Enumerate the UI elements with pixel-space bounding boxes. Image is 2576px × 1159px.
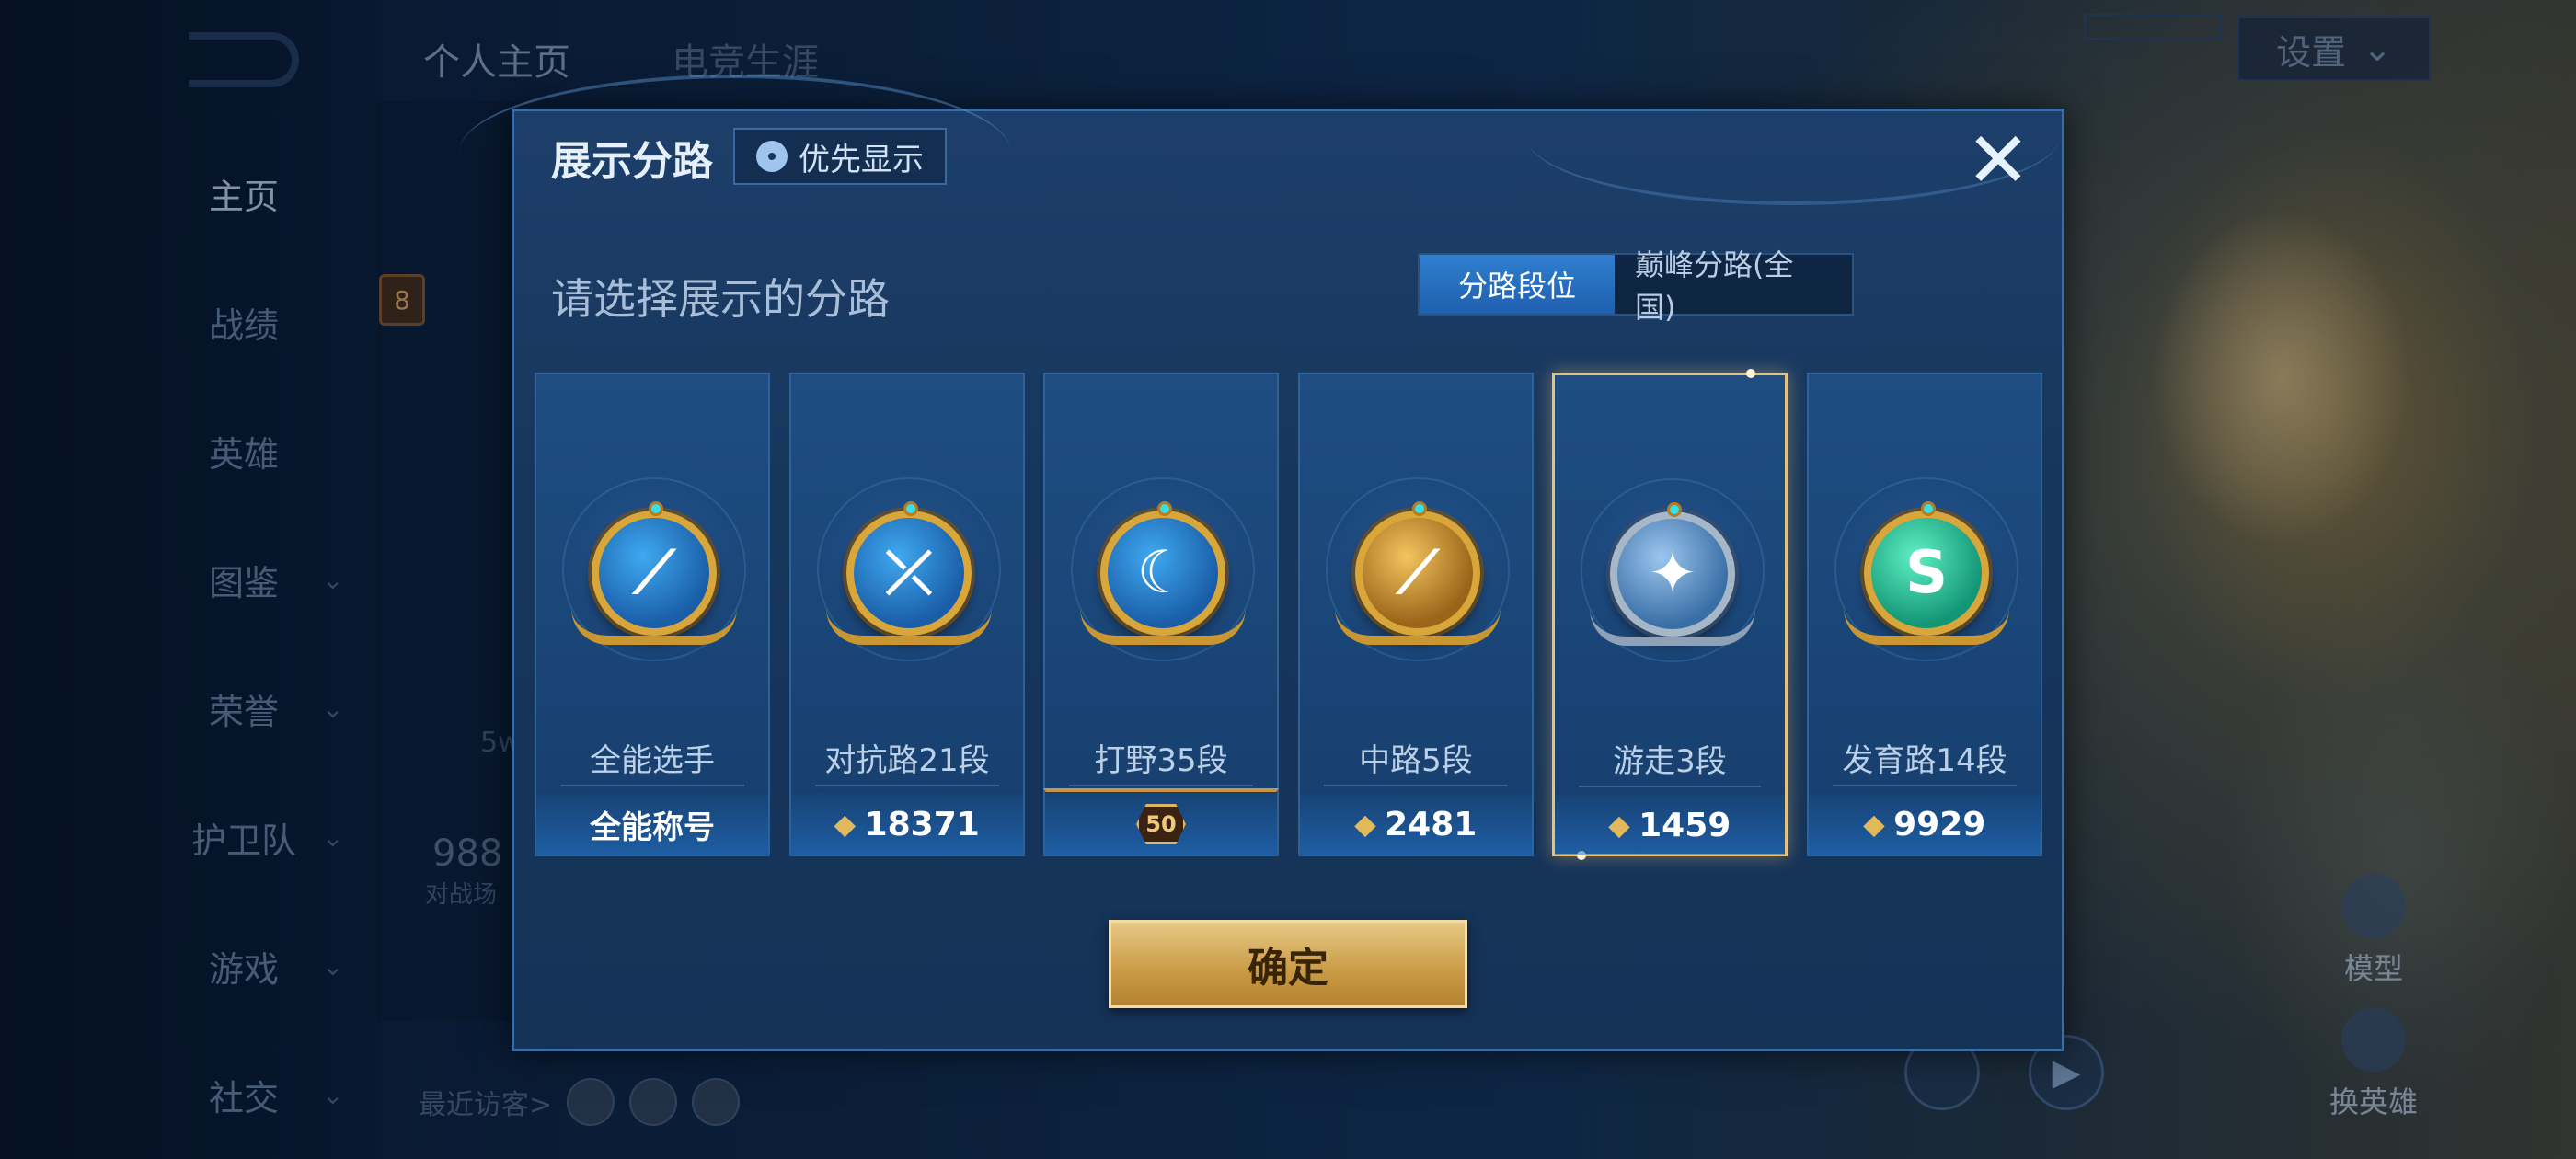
lane-name: 打野35段 (1094, 742, 1228, 779)
points-icon: ⬥ (1608, 807, 1630, 843)
lane-card[interactable]: ⤫ 对抗路21段 ⬥ 18371 (789, 373, 1025, 856)
divider (1833, 785, 2017, 786)
selection-marker (1746, 369, 1755, 378)
points-value: 18371 (864, 805, 980, 843)
points-value: 1459 (1639, 806, 1731, 844)
badge-gem (903, 501, 918, 516)
confirm-button[interactable]: 确定 (1109, 920, 1467, 1008)
points-value: 2481 (1385, 805, 1478, 843)
tab-lane-rank[interactable]: 分路段位 (1420, 255, 1615, 314)
lane-name: 游走3段 (1613, 743, 1727, 780)
lane-points: ⬥ 2481 (1300, 794, 1532, 855)
priority-display-button[interactable]: 优先显示 (733, 128, 947, 185)
display-lane-dialog: 展示分路 优先显示 ✕ 请选择展示的分路 分路段位 巅峰分路(全国) ⟋ 全能选手… (459, 75, 2064, 1051)
gear-icon (756, 141, 788, 172)
badge-wings (1080, 608, 1246, 645)
dialog-title: 展示分路 (551, 138, 713, 185)
tab-peak-lane[interactable]: 巅峰分路(全国) (1615, 247, 1852, 325)
badge-wings (1335, 608, 1501, 645)
lane-name: 发育路14段 (1842, 742, 2007, 779)
points-icon: ⬥ (1863, 806, 1885, 842)
badge-gem (1921, 501, 1936, 516)
badge-gem (649, 501, 663, 516)
divider (1069, 785, 1253, 786)
lane-name: 全能选手 (590, 742, 715, 779)
divider (560, 785, 744, 786)
badge-gem (1667, 502, 1682, 517)
badge-wings (1590, 609, 1755, 646)
lane-rank-badge-icon: ⟋ (571, 501, 737, 645)
badge-gem (1157, 501, 1172, 516)
lane-rank-badge-icon: S (1844, 501, 2009, 645)
lane-glyph: ✦ (1648, 540, 1697, 608)
lane-card[interactable]: ✦ 游走3段 ⬥ 1459 (1552, 369, 1788, 860)
lane-glyph: ☾ (1136, 539, 1190, 607)
lane-name: 中路5段 (1359, 742, 1473, 779)
badge-wings (1844, 608, 2009, 645)
lane-card[interactable]: S 发育路14段 ⬥ 9929 (1807, 373, 2042, 856)
points-icon: ⬥ (1354, 806, 1376, 842)
lane-points: ⬥ 9929 (1809, 794, 2041, 855)
lane-rank-badge-icon: ✦ (1590, 502, 1755, 646)
badge-gem (1412, 501, 1427, 516)
level-badge: 50 (1136, 804, 1186, 844)
lane-rank-badge-icon: ⤫ (826, 501, 992, 645)
lane-type-toggle: 分路段位 巅峰分路(全国) (1418, 247, 1854, 325)
lane-card[interactable]: ☾ 打野35段 50 (1043, 373, 1279, 856)
lane-glyph: ⤫ (885, 539, 933, 607)
lane-points: ⬥ 18371 (791, 794, 1023, 855)
badge-wings (826, 608, 992, 645)
lane-points: ⬥ 1459 (1555, 795, 1785, 855)
divider (1324, 785, 1508, 786)
lane-title: 全能称号 (536, 794, 768, 855)
dialog-subtitle: 请选择展示的分路 (551, 274, 890, 324)
badge-wings (571, 608, 737, 645)
lane-rank-badge-icon: ⟋ (1335, 501, 1501, 645)
points-value: 9929 (1893, 805, 1986, 843)
lane-card[interactable]: ⟋ 中路5段 ⬥ 2481 (1298, 373, 1534, 856)
lane-level: 50 (1045, 794, 1277, 855)
close-icon[interactable]: ✕ (1961, 121, 2035, 199)
lane-rank-badge-icon: ☾ (1080, 501, 1246, 645)
divider (815, 785, 999, 786)
lane-glyph: ⟋ (633, 539, 675, 607)
divider (1579, 786, 1761, 787)
lane-name: 对抗路21段 (824, 742, 990, 779)
points-icon: ⬥ (834, 806, 856, 842)
lane-glyph: ⟋ (1397, 539, 1439, 607)
lane-card[interactable]: ⟋ 全能选手全能称号 (535, 373, 770, 856)
priority-display-label: 优先显示 (799, 141, 924, 178)
lane-glyph: S (1904, 539, 1949, 607)
